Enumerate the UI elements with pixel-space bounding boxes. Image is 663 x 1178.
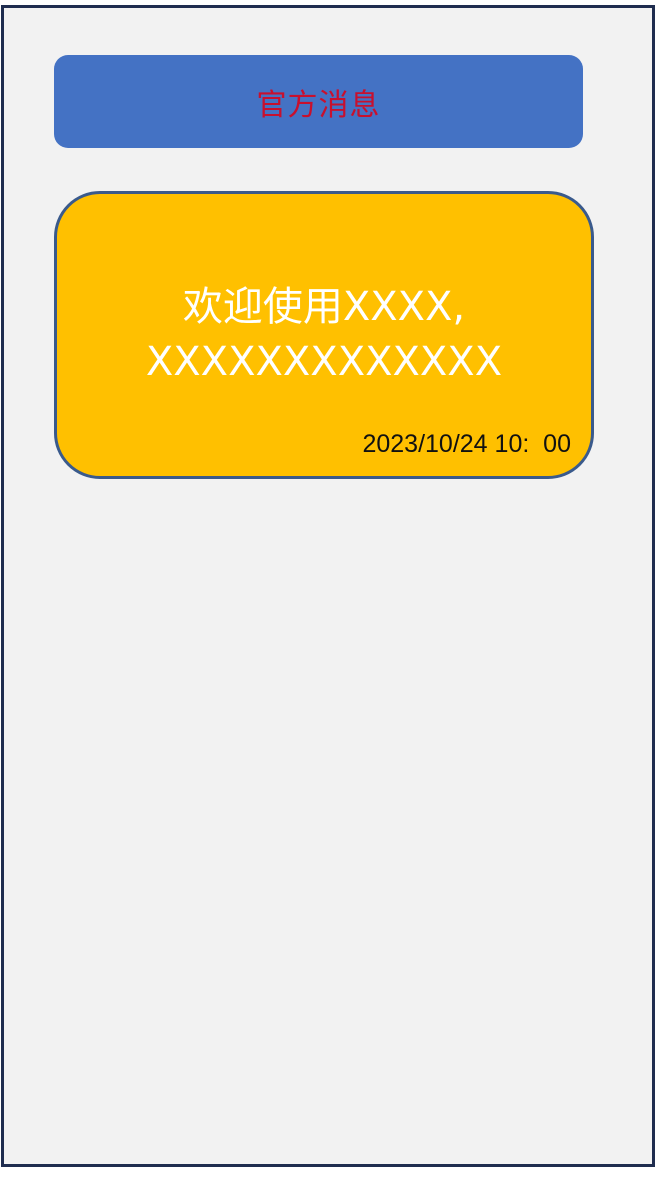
phone-screen: 官方消息 欢迎使用XXXX, XXXXXXXXXXXXX 2023/10/24 … xyxy=(1,5,655,1167)
message-body: 欢迎使用XXXX, XXXXXXXXXXXXX xyxy=(57,280,591,390)
message-card[interactable]: 欢迎使用XXXX, XXXXXXXXXXXXX 2023/10/24 10: 0… xyxy=(54,191,594,479)
official-messages-header: 官方消息 xyxy=(54,55,583,148)
message-line-1: 欢迎使用XXXX, xyxy=(182,284,466,330)
message-line-2: XXXXXXXXXXXXX xyxy=(145,339,503,385)
message-timestamp: 2023/10/24 10: 00 xyxy=(362,430,571,458)
page-title: 官方消息 xyxy=(256,87,381,123)
